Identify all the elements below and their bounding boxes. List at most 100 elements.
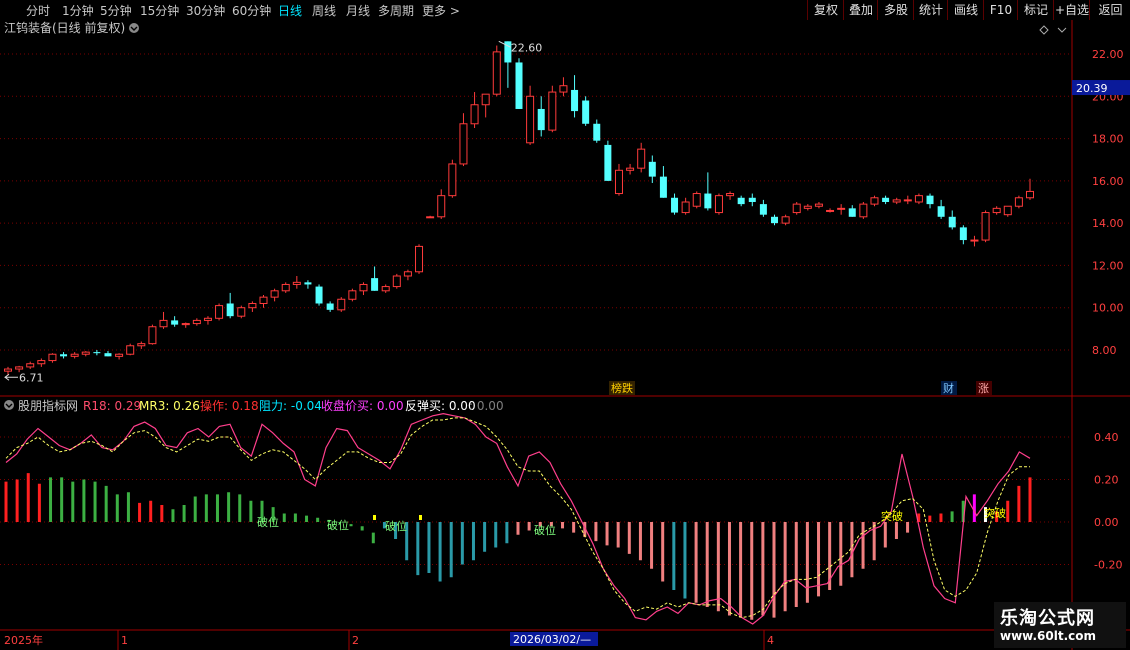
candle [237, 305, 246, 319]
indicator-bar [305, 515, 309, 522]
candle-body [248, 302, 257, 309]
candle-body [415, 245, 424, 273]
price-tick-label: 14.00 [1092, 217, 1124, 230]
indicator-bar [449, 522, 453, 578]
period-tab-5[interactable]: 60分钟 [232, 2, 271, 19]
candle-body [771, 216, 778, 224]
candle-body [981, 212, 990, 241]
candle-body [515, 62, 523, 109]
indicator-bar [928, 515, 932, 522]
cursor-date-label: 2026/03/02/— [513, 633, 591, 646]
signal-dot [419, 515, 422, 520]
price-tick-label: 18.00 [1092, 133, 1124, 146]
indicator-bar [594, 522, 598, 542]
period-tab-0[interactable]: 分时 [26, 2, 50, 19]
period-tab-7[interactable]: 周线 [312, 2, 336, 19]
candle [148, 324, 157, 345]
indicator-bar [627, 522, 631, 554]
candle-body [403, 271, 412, 277]
indicator-bar [360, 526, 364, 531]
candle-body [15, 366, 24, 370]
candle-body [648, 161, 656, 177]
signal-label: 突破 [984, 506, 1006, 520]
candle-body [159, 319, 168, 328]
signal-label: 破位 [385, 519, 407, 533]
candle-body [292, 281, 301, 285]
candle-body [259, 296, 268, 304]
candle [604, 140, 612, 181]
toolbar-button-2[interactable]: 多股 [877, 0, 914, 20]
indicator-bar [4, 481, 8, 522]
candle-body [304, 282, 312, 285]
toolbar-button-8[interactable]: 返回 [1089, 0, 1130, 20]
toolbar: 分时 1分钟 5分钟 15分钟 30分钟 60分钟 日线 周线 月线 多周期 更多 > 复权 叠加 多股统… [0, 0, 1130, 21]
indicator-bar [906, 522, 910, 533]
period-tab-2[interactable]: 5分钟 [100, 2, 132, 19]
candle-body [637, 148, 646, 169]
candle [548, 85, 557, 133]
toolbar-button-6[interactable]: 标记 [1017, 0, 1054, 20]
indicator-bar [872, 522, 876, 561]
indicator-bar [115, 494, 119, 522]
candle-body [748, 197, 756, 202]
indicator-bar [572, 522, 576, 533]
indicator-bar [204, 494, 208, 522]
candle-body [948, 216, 956, 228]
period-tab-10[interactable]: 更多 > [422, 2, 460, 19]
candle-body [714, 195, 723, 214]
candle-body [593, 123, 601, 141]
toolbar-button-3[interactable]: 统计 [913, 0, 948, 20]
candle-body [626, 167, 635, 171]
dropdown-icon [129, 23, 139, 33]
candle-body [237, 307, 246, 317]
period-tab-3[interactable]: 15分钟 [140, 2, 179, 19]
candle-body [781, 216, 790, 224]
candle-body [137, 343, 146, 347]
candle [215, 303, 224, 321]
candle-body [604, 144, 612, 181]
period-tab-6[interactable]: 日线 [278, 2, 302, 19]
toolbar-button-4[interactable]: 画线 [947, 0, 984, 20]
period-tab-1[interactable]: 1分钟 [62, 2, 94, 19]
indicator-bar [171, 509, 175, 522]
indicator-bar [371, 532, 375, 544]
candle-body [381, 286, 390, 292]
indicator-bar [1006, 500, 1010, 522]
candle-body [459, 123, 468, 165]
candle-body [104, 353, 112, 357]
toolbar-button-5[interactable]: F10 [983, 0, 1018, 20]
candle-body [426, 216, 435, 219]
candle-body [792, 203, 801, 214]
indicator-bar [683, 522, 687, 599]
indicator-bar [861, 522, 865, 569]
indicator-bar [939, 513, 943, 522]
candle-body [70, 353, 79, 357]
indicator-bar [26, 473, 30, 522]
candle-body [959, 227, 967, 241]
indicator-bar [505, 522, 509, 544]
indicator-bar [1017, 485, 1021, 522]
period-tab-4[interactable]: 30分钟 [186, 2, 225, 19]
candle-body [692, 193, 701, 207]
period-tab-9[interactable]: 多周期 [378, 2, 414, 19]
signal-label: 破位 [534, 523, 556, 537]
candle-body [148, 326, 157, 345]
indicator-bar [427, 522, 431, 573]
indicator-bar [160, 505, 164, 522]
time-axis-label: 1 [121, 634, 128, 647]
indicator-bar [561, 522, 565, 529]
indicator-legend-item: 阻力: -0.04 [259, 399, 322, 413]
candle-body [492, 51, 501, 95]
toolbar-button-0[interactable]: 复权 [807, 0, 844, 20]
indicator-tick-label: -0.20 [1094, 559, 1122, 572]
candle [492, 45, 501, 97]
candle-body [126, 345, 135, 355]
indicator-bar [950, 511, 954, 522]
candle-body [181, 323, 190, 326]
toolbar-button-7[interactable]: +自选 [1053, 0, 1090, 20]
toolbar-button-1[interactable]: 叠加 [843, 0, 878, 20]
candle-body [115, 353, 124, 357]
period-tab-8[interactable]: 月线 [346, 2, 370, 19]
candle-body [226, 303, 234, 317]
indicator-tick-label: 0.00 [1094, 516, 1119, 529]
